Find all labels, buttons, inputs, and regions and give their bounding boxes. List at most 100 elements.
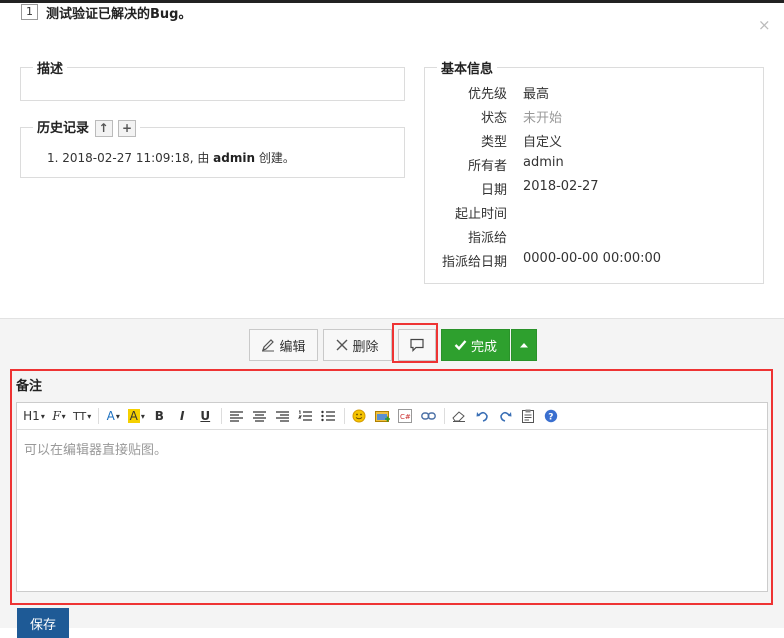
font-family-label: F [52,409,61,423]
image-button[interactable] [373,406,391,426]
edit-button-label: 编辑 [279,339,306,355]
background-color-label: A [127,409,140,423]
ordered-list-button[interactable] [296,406,314,426]
editor-toolbar: H1 ▾ F ▾ TT ▾ A ▾ A ▾ B I U C# ? [17,403,767,430]
info-value-type: 自定义 [523,135,563,150]
basic-info-legend: 基本信息 [441,62,494,77]
undo-icon [476,411,488,422]
info-label-owner: 所有者 [467,159,507,174]
info-label-priority: 优先级 [467,87,507,102]
delete-button[interactable]: 删除 [323,329,392,361]
history-legend: 历史记录 ↑ + [33,117,140,137]
toolbar-separator [444,408,446,424]
heading-label: H1 [23,409,40,423]
smiley-icon [352,409,366,423]
help-icon: ? [545,409,558,423]
page-title: 测试验证已解决的Bug。 [46,7,192,22]
task-id-badge: 1 [21,4,38,20]
info-value-assigned-date: 0000-00-00 00:00:00 [523,251,662,266]
info-label-period: 起止时间 [454,207,507,222]
history-section: 历史记录 ↑ + [20,117,405,178]
caret-up-icon [520,343,528,348]
editor-placeholder: 可以在编辑器直接贴图。 [24,443,168,458]
code-icon: C# [398,409,413,423]
clear-format-button[interactable] [450,406,468,426]
history-expand-button[interactable]: + [118,120,137,137]
toolbar-separator [98,408,100,424]
font-size-button[interactable]: TT ▾ [73,406,91,426]
link-button[interactable] [419,406,437,426]
font-color-button[interactable]: A ▾ [104,406,122,426]
history-item-user: admin [213,151,256,165]
heading-button[interactable]: H1 ▾ [23,406,45,426]
dropdown-caret-icon: ▾ [140,411,145,421]
toolbar-separator [344,408,346,424]
info-label-assigned-to: 指派给 [467,231,507,246]
paste-button[interactable] [519,406,537,426]
eraser-icon [452,411,466,422]
info-value-status: 未开始 [523,111,563,126]
code-button[interactable]: C# [396,406,414,426]
delete-button-label: 删除 [352,339,379,355]
align-left-button[interactable] [227,406,245,426]
link-icon [420,412,436,420]
unordered-list-button[interactable] [319,406,337,426]
history-item-action: 创建。 [255,151,295,165]
unordered-list-icon [321,410,336,422]
comment-button-highlight [392,323,438,363]
info-label-status: 状态 [480,111,507,126]
history-legend-label: 历史记录 [37,121,90,136]
image-icon [374,410,390,422]
info-label-date: 日期 [480,183,507,198]
info-value-owner: admin [523,155,564,170]
redo-button[interactable] [496,406,514,426]
italic-label: I [180,409,185,423]
close-icon[interactable]: × [758,16,771,34]
info-label-assigned-date: 指派给日期 [441,255,507,270]
svg-text:?: ? [549,413,554,423]
info-label-type: 类型 [480,135,507,150]
align-center-icon [252,410,266,422]
underline-label: U [200,409,211,423]
info-value-date: 2018-02-27 [523,179,599,194]
bold-label: B [154,409,164,423]
help-button[interactable]: ? [542,406,560,426]
history-item-time: 1. 2018-02-27 11:09:18, 由 [47,151,214,165]
done-dropdown-button[interactable] [511,329,537,361]
italic-button[interactable]: I [173,406,191,426]
svg-text:C#: C# [400,413,411,421]
info-value-priority: 最高 [523,87,550,102]
note-editor[interactable] [16,402,768,592]
check-icon [454,340,467,351]
dropdown-caret-icon: ▾ [40,411,45,421]
done-button-label: 完成 [470,339,497,355]
done-button[interactable]: 完成 [441,329,510,361]
dropdown-caret-icon: ▾ [61,411,66,421]
history-item: 1. 2018-02-27 11:09:18, 由 admin 创建。 [47,149,295,166]
toolbar-separator [221,408,223,424]
redo-icon [499,411,512,422]
align-center-button[interactable] [250,406,268,426]
emoji-button[interactable] [350,406,368,426]
clipboard-icon [522,409,535,423]
underline-button[interactable]: U [196,406,214,426]
note-label: 备注 [16,379,43,394]
background-color-button[interactable]: A ▾ [127,406,145,426]
close-x-icon [336,339,348,351]
align-right-icon [275,410,289,422]
font-family-button[interactable]: F ▾ [50,406,68,426]
align-right-button[interactable] [273,406,291,426]
dropdown-caret-icon: ▾ [87,411,92,421]
font-size-label: TT [73,409,87,423]
description-legend: 描述 [37,62,64,77]
save-button[interactable]: 保存 [17,608,69,638]
dropdown-caret-icon: ▾ [115,411,120,421]
bold-button[interactable]: B [150,406,168,426]
history-sort-up-button[interactable]: ↑ [94,120,113,137]
edit-button[interactable]: 编辑 [249,329,318,361]
font-color-label: A [106,409,115,423]
description-section: 描述 [20,58,405,101]
ordered-list-icon [298,410,313,421]
pencil-icon [262,339,275,352]
undo-button[interactable] [473,406,491,426]
